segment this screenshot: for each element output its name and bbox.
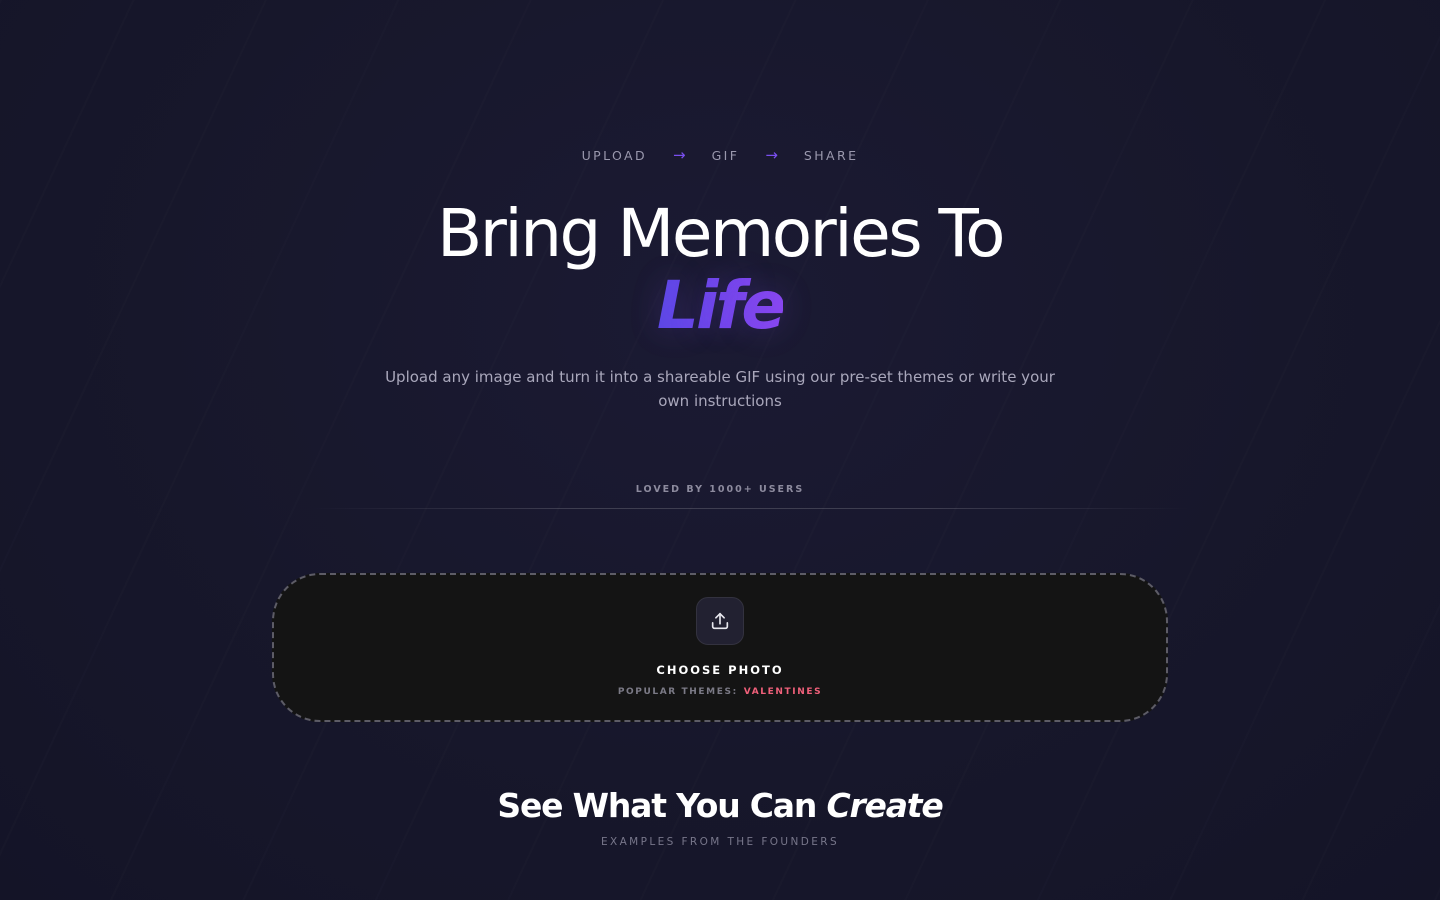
examples-title: See What You Can Create bbox=[0, 784, 1440, 828]
hero-accent-word: Life bbox=[656, 267, 786, 344]
step-share: SHARE bbox=[803, 148, 859, 163]
upload-icon[interactable] bbox=[696, 597, 744, 645]
examples-title-text: See What You Can bbox=[497, 786, 817, 825]
arrow-right-icon: → bbox=[765, 146, 778, 164]
step-upload: UPLOAD bbox=[581, 148, 647, 163]
social-proof: LOVED BY 1000+ USERS bbox=[635, 484, 805, 495]
divider bbox=[310, 508, 1190, 509]
hero-subtitle: Upload any image and turn it into a shar… bbox=[385, 368, 1055, 410]
hero-title: Bring Memories To bbox=[436, 195, 1006, 272]
hero-accent-wrapper: Life bbox=[0, 266, 1440, 346]
upload-dropzone[interactable]: CHOOSE PHOTO POPULAR THEMES: VALENTINES bbox=[272, 573, 1168, 722]
process-steps: UPLOAD → GIF → SHARE bbox=[0, 146, 1440, 164]
arrow-right-icon: → bbox=[673, 146, 686, 164]
popular-themes-label: POPULAR THEMES: bbox=[617, 687, 738, 697]
landing-page: UPLOAD → GIF → SHARE Bring Memories To L… bbox=[0, 0, 1440, 900]
choose-photo-button[interactable]: CHOOSE PHOTO bbox=[274, 663, 1166, 677]
examples-subtitle: EXAMPLES FROM THE FOUNDERS bbox=[600, 836, 840, 848]
step-gif: GIF bbox=[711, 148, 740, 163]
examples-title-accent: Create bbox=[826, 786, 943, 825]
theme-link-valentines[interactable]: VALENTINES bbox=[744, 687, 822, 697]
popular-themes: POPULAR THEMES: VALENTINES bbox=[274, 687, 1166, 697]
